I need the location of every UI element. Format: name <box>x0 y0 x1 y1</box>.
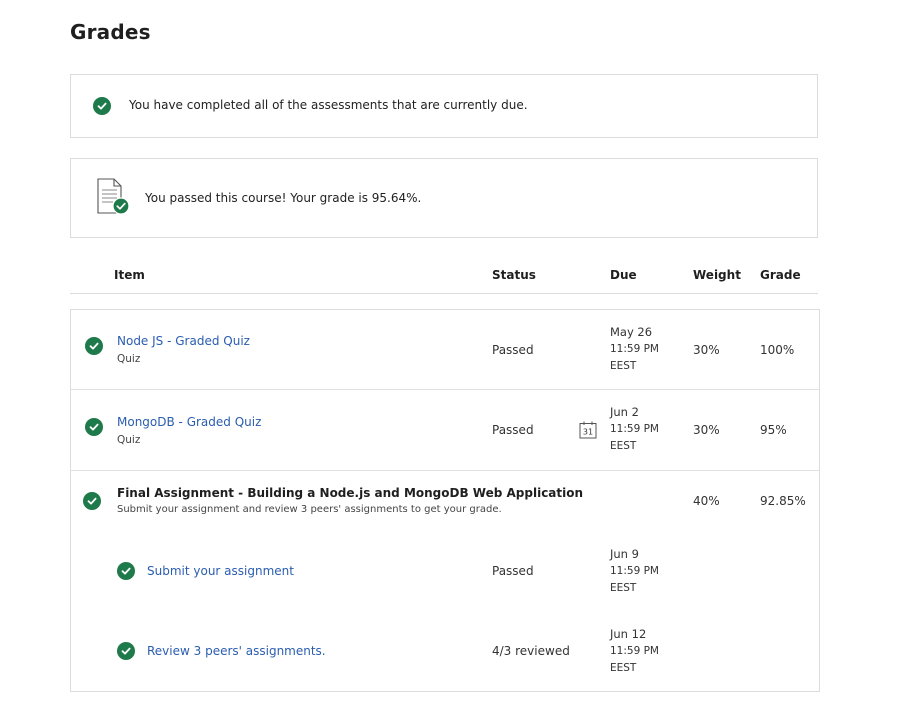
item-link[interactable]: Review 3 peers' assignments. <box>147 644 326 658</box>
due-date: May 26 11:59 PM EEST <box>610 324 659 375</box>
header-weight: Weight <box>693 268 741 282</box>
header-status: Status <box>492 268 536 282</box>
check-circle-icon <box>83 492 101 510</box>
status-text: Passed <box>492 423 534 437</box>
due-timezone: EEST <box>610 440 637 452</box>
table-row: Node JS - Graded Quiz Quiz Passed May 26… <box>71 310 819 390</box>
weight-value: 40% <box>693 494 720 508</box>
due-date: Jun 9 11:59 PM EEST <box>610 546 659 597</box>
item-link[interactable]: MongoDB - Graded Quiz <box>117 415 261 429</box>
due-timezone: EEST <box>610 360 637 372</box>
grade-value: 92.85% <box>760 494 806 508</box>
check-circle-icon <box>117 562 135 580</box>
due-time: 11:59 PM <box>610 343 659 355</box>
status-text: 4/3 reviewed <box>492 644 570 658</box>
table-row: MongoDB - Graded Quiz Quiz Passed 31 Jun… <box>71 390 819 471</box>
due-time: 11:59 PM <box>610 645 659 657</box>
sub-table-row: Review 3 peers' assignments. 4/3 reviewe… <box>71 621 819 693</box>
due-status-banner: You have completed all of the assessment… <box>70 74 818 138</box>
grade-value: 100% <box>760 343 795 357</box>
due-day: Jun 2 <box>610 405 639 419</box>
status-text: Passed <box>492 343 534 357</box>
due-status-text: You have completed all of the assessment… <box>129 98 528 112</box>
due-day: Jun 9 <box>610 547 639 561</box>
final-assignment-title: Final Assignment - Building a Node.js an… <box>117 486 584 500</box>
due-date: Jun 2 11:59 PM EEST <box>610 404 659 455</box>
table-row: Final Assignment - Building a Node.js an… <box>71 471 819 541</box>
calendar-icon: 31 <box>579 421 597 439</box>
check-circle-icon <box>93 97 111 115</box>
final-assignment-description: Submit your assignment and review 3 peer… <box>117 504 502 515</box>
calendar-icon-day: 31 <box>583 428 593 437</box>
sub-table-row: Submit your assignment Passed Jun 9 11:5… <box>71 541 819 621</box>
due-day: Jun 12 <box>610 627 647 641</box>
grades-table-header: Item Status Due Weight Grade <box>70 258 818 294</box>
grades-table: Node JS - Graded Quiz Quiz Passed May 26… <box>70 309 820 692</box>
check-circle-icon <box>85 418 103 436</box>
header-due: Due <box>610 268 637 282</box>
item-type: Quiz <box>117 434 141 446</box>
due-day: May 26 <box>610 325 653 339</box>
weight-value: 30% <box>693 343 720 357</box>
check-circle-icon <box>85 337 103 355</box>
weight-value: 30% <box>693 423 720 437</box>
due-date: Jun 12 11:59 PM EEST <box>610 626 659 677</box>
header-item: Item <box>114 268 145 282</box>
document-check-icon <box>97 178 130 215</box>
course-pass-text: You passed this course! Your grade is 95… <box>145 191 422 205</box>
check-circle-icon <box>117 642 135 660</box>
due-timezone: EEST <box>610 582 637 594</box>
header-grade: Grade <box>760 268 801 282</box>
item-link[interactable]: Submit your assignment <box>147 564 294 578</box>
item-type: Quiz <box>117 353 141 365</box>
grade-value: 95% <box>760 423 787 437</box>
due-time: 11:59 PM <box>610 423 659 435</box>
due-time: 11:59 PM <box>610 565 659 577</box>
item-link[interactable]: Node JS - Graded Quiz <box>117 334 250 348</box>
page-title: Grades <box>70 20 151 44</box>
status-text: Passed <box>492 564 534 578</box>
due-timezone: EEST <box>610 662 637 674</box>
course-pass-banner: You passed this course! Your grade is 95… <box>70 158 818 238</box>
